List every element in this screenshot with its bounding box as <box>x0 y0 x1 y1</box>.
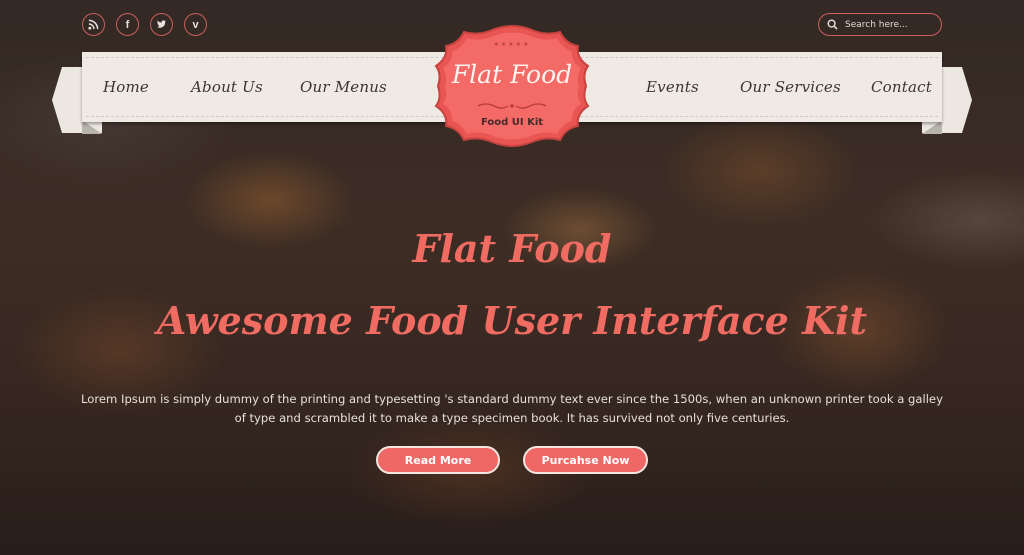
nav-our-menus[interactable]: Our Menus <box>300 52 387 122</box>
nav-home[interactable]: Home <box>103 52 149 122</box>
logo-subtitle: Food UI Kit <box>480 117 544 128</box>
facebook-button[interactable]: f <box>116 13 139 36</box>
nav-about-us[interactable]: About Us <box>191 52 263 122</box>
rss-icon <box>88 19 99 30</box>
twitter-button[interactable] <box>150 13 173 36</box>
vimeo-icon: v <box>192 18 199 31</box>
hero-title: Flat Food <box>412 226 612 271</box>
nav-contact[interactable]: Contact <box>871 52 932 122</box>
search-icon <box>827 19 838 30</box>
hero-description: Lorem Ipsum is simply dummy of the print… <box>81 392 943 425</box>
facebook-icon: f <box>125 18 130 31</box>
read-more-button[interactable]: Read More <box>376 446 500 474</box>
rss-button[interactable] <box>82 13 105 36</box>
vimeo-button[interactable]: v <box>184 13 207 36</box>
hero-subtitle: Awesome Food User Interface Kit <box>156 298 868 343</box>
search-input[interactable] <box>845 19 935 30</box>
logo-badge[interactable]: ★★★★★ Flat Food Food UI Kit <box>426 24 598 148</box>
nav-events[interactable]: Events <box>646 52 699 122</box>
twitter-icon <box>156 20 167 28</box>
purchase-now-button[interactable]: Purcahse Now <box>523 446 648 474</box>
social-links: f v <box>82 13 207 36</box>
search-box[interactable] <box>818 13 942 36</box>
logo-stars: ★★★★★ <box>493 41 531 48</box>
logo-title: Flat Food <box>451 60 573 89</box>
nav-our-services[interactable]: Our Services <box>740 52 841 122</box>
